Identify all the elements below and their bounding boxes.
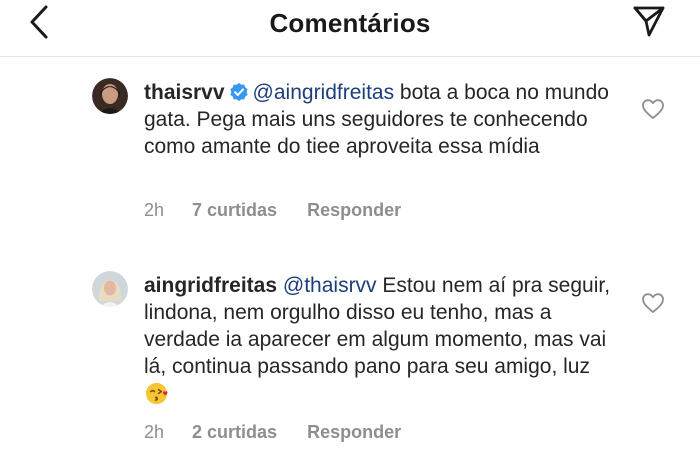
comment-time: 2h: [144, 200, 165, 220]
comment-username[interactable]: aingridfreitas: [144, 274, 277, 297]
comment-mention[interactable]: @aingridfreitas: [253, 81, 395, 104]
comment-mention[interactable]: @thaisrvv: [283, 274, 377, 297]
comment-meta: 2h 2 curtidas Responder: [144, 422, 401, 443]
comment-username[interactable]: thaisrvv: [144, 81, 225, 104]
back-button[interactable]: [24, 4, 54, 40]
comment-time: 2h: [144, 422, 165, 442]
comment-text: thaisrvv @aingridfreitas bota a boca no m…: [144, 79, 614, 160]
comment-text: aingridfreitas @thaisrvv Estou nem aí pr…: [144, 272, 614, 407]
face-blowing-kiss-emoji: [145, 382, 168, 405]
reply-button[interactable]: Responder: [307, 200, 401, 221]
header-divider: [0, 56, 700, 57]
comment-likes[interactable]: 7 curtidas: [192, 200, 277, 221]
send-button[interactable]: [632, 4, 666, 38]
avatar[interactable]: [92, 78, 128, 114]
verified-badge-icon: [229, 83, 248, 101]
reply-button[interactable]: Responder: [307, 422, 401, 443]
page-title: Comentários: [269, 7, 431, 38]
comment-likes[interactable]: 2 curtidas: [192, 422, 277, 443]
avatar[interactable]: [92, 271, 128, 307]
like-heart-icon[interactable]: [641, 98, 665, 120]
header-bar: Comentários: [0, 0, 700, 46]
chevron-left-icon: [30, 5, 48, 39]
like-heart-icon[interactable]: [641, 292, 665, 314]
comment-meta: 2h 7 curtidas Responder: [144, 200, 401, 221]
paper-plane-icon: [633, 6, 665, 37]
